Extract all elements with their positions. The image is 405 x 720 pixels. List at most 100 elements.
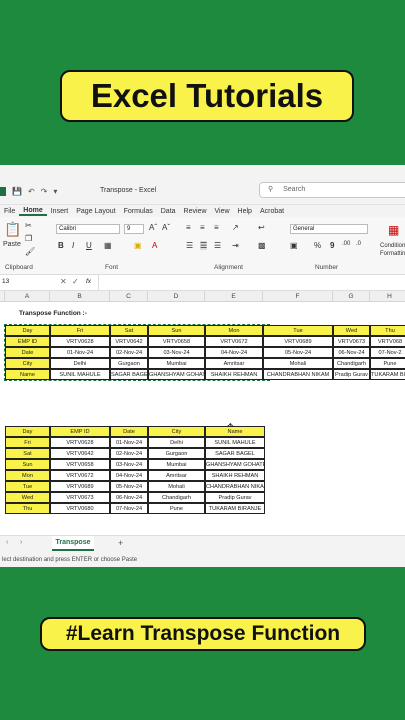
copy-icon[interactable]: ❐ [25, 234, 32, 243]
table-cell[interactable]: VRTV0689 [50, 481, 110, 492]
tab-view[interactable]: View [211, 208, 234, 215]
merge-center-icon[interactable]: ▩ [258, 241, 266, 250]
search-input[interactable]: ⚲ Search [259, 182, 405, 198]
header-cell[interactable]: City [148, 426, 205, 437]
table-cell[interactable]: Date [5, 347, 50, 358]
table-cell[interactable]: VRTV0642 [50, 448, 110, 459]
table-cell[interactable]: SUNIL MAHULE [50, 369, 110, 380]
table-cell[interactable]: 04-Nov-24 [110, 470, 148, 481]
table-cell[interactable]: VRTV0628 [50, 437, 110, 448]
table-cell[interactable]: Pradip Gurav [333, 369, 370, 380]
align-right-icon[interactable]: ☰ [214, 241, 221, 250]
tab-page-layout[interactable]: Page Layout [72, 208, 119, 215]
column-header-e[interactable]: E [205, 291, 263, 302]
paste-icon[interactable]: 📋 [4, 221, 21, 238]
align-left-icon[interactable]: ☰ [186, 241, 193, 250]
table-cell[interactable]: Chandigarh [148, 492, 205, 503]
comma-icon[interactable]: 9 [330, 241, 334, 250]
table-cell[interactable]: 03-Nov-24 [148, 347, 205, 358]
tab-home[interactable]: Home [19, 207, 47, 216]
table-cell[interactable]: VRTV068 [370, 336, 405, 347]
font-color-icon[interactable]: A [152, 241, 157, 250]
table-cell[interactable]: 05-Nov-24 [110, 481, 148, 492]
table-cell[interactable]: 06-Nov-24 [110, 492, 148, 503]
conditional-formatting-icon[interactable]: ▦ [388, 223, 399, 237]
header-cell[interactable]: Day [5, 325, 50, 336]
save-icon[interactable]: 💾 [12, 187, 22, 196]
table-cell[interactable]: Delhi [50, 358, 110, 369]
table-cell[interactable]: VRTV0673 [50, 492, 110, 503]
align-top-icon[interactable]: ≡ [186, 223, 191, 232]
italic-icon[interactable]: I [72, 241, 74, 250]
fill-color-icon[interactable]: ▣ [134, 241, 142, 250]
prev-sheet-icon[interactable]: ‹ [6, 539, 8, 546]
table-cell[interactable]: SAGAR BAGEL [110, 369, 148, 380]
table-cell[interactable]: Thu [5, 503, 50, 514]
column-header-f[interactable]: F [263, 291, 333, 302]
currency-icon[interactable]: ▣ [290, 241, 298, 250]
table-cell[interactable]: TUKARAM BIR [370, 369, 405, 380]
name-box[interactable]: 13 [2, 278, 9, 285]
table-cell[interactable]: SUNIL MAHULE [205, 437, 265, 448]
underline-icon[interactable]: U [86, 241, 92, 250]
tab-review[interactable]: Review [180, 208, 211, 215]
table-cell[interactable]: City [5, 358, 50, 369]
table-cell[interactable]: VRTV0672 [205, 336, 263, 347]
table-cell[interactable]: VRTV0658 [50, 459, 110, 470]
font-size-select[interactable]: 9 [124, 224, 144, 234]
table-cell[interactable]: Fri [5, 437, 50, 448]
header-cell[interactable]: Mon [205, 325, 263, 336]
table-cell[interactable]: SAGAR BAGEL [205, 448, 265, 459]
font-name-select[interactable]: Calibri [56, 224, 120, 234]
table-cell[interactable]: Mumbai [148, 459, 205, 470]
table-cell[interactable]: Wed [5, 492, 50, 503]
column-header-b[interactable]: B [50, 291, 110, 302]
enter-icon[interactable]: ✓ [72, 277, 79, 286]
conditional-formatting-label[interactable]: Conditional Formatting [380, 242, 405, 258]
table-cell[interactable]: Mohali [263, 358, 333, 369]
table-cell[interactable]: Pune [370, 358, 405, 369]
column-header-a[interactable]: A [5, 291, 50, 302]
column-header-h[interactable]: H [370, 291, 405, 302]
table-cell[interactable]: 06-Nov-24 [333, 347, 370, 358]
header-cell[interactable]: EMP ID [50, 426, 110, 437]
tab-data[interactable]: Data [157, 208, 180, 215]
table-cell[interactable]: SHAIKH REHMAN [205, 369, 263, 380]
table-cell[interactable]: Tue [5, 481, 50, 492]
borders-icon[interactable]: ▦ [104, 241, 112, 250]
table-cell[interactable]: 01-Nov-24 [50, 347, 110, 358]
table-cell[interactable]: GHANSHYAM GOHATE [148, 369, 205, 380]
table-cell[interactable]: GHANSHYAM GOHATE [205, 459, 265, 470]
table-cell[interactable]: Sat [5, 448, 50, 459]
table-cell[interactable]: EMP ID [5, 336, 50, 347]
column-header-g[interactable]: G [333, 291, 370, 302]
table-cell[interactable]: Sun [5, 459, 50, 470]
column-header-c[interactable]: C [110, 291, 148, 302]
header-cell[interactable]: Tue [263, 325, 333, 336]
shrink-font-icon[interactable]: Aˇ [162, 223, 170, 232]
table-cell[interactable]: Pune [148, 503, 205, 514]
paste-button[interactable]: Paste [3, 241, 21, 248]
worksheet-grid[interactable]: Transpose Function :- ✥ ABCDEFGHDayFriSa… [0, 291, 405, 531]
align-center-icon[interactable]: ☰ [200, 241, 208, 250]
formula-input[interactable] [98, 275, 405, 290]
header-cell[interactable]: Fri [50, 325, 110, 336]
table-cell[interactable]: VRTV0642 [110, 336, 148, 347]
table-cell[interactable]: 04-Nov-24 [205, 347, 263, 358]
table-cell[interactable]: Delhi [148, 437, 205, 448]
header-cell[interactable]: Thu [370, 325, 405, 336]
next-sheet-icon[interactable]: › [20, 539, 22, 546]
table-cell[interactable]: 03-Nov-24 [110, 459, 148, 470]
table-cell[interactable]: CHANDRABHAN NIKAM [205, 481, 265, 492]
table-cell[interactable]: Mumbai [148, 358, 205, 369]
table-cell[interactable]: CHANDRABHAN NIKAM [263, 369, 333, 380]
table-cell[interactable]: VRTV0628 [50, 336, 110, 347]
orientation-icon[interactable]: ↗ [232, 223, 239, 232]
header-cell[interactable]: Name [205, 426, 265, 437]
header-cell[interactable]: Wed [333, 325, 370, 336]
redo-icon[interactable]: ↷ [41, 187, 48, 196]
header-cell[interactable]: Day [5, 426, 50, 437]
table-cell[interactable]: Pradip Gurav [205, 492, 265, 503]
table-cell[interactable]: Name [5, 369, 50, 380]
table-cell[interactable]: Amritsar [148, 470, 205, 481]
